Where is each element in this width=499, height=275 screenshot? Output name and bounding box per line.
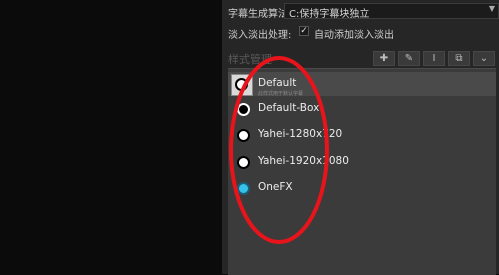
subtitle-settings-panel: 字幕生成算法: C:保持字幕块独立 ▼ 淡入淡出处理: ✓ 自动添加淡入淡出 样…	[222, 0, 499, 275]
chevron-down-icon: ⌄	[479, 53, 489, 64]
plus-icon: ✚	[379, 53, 389, 64]
style-name: Yahei-1280x720	[258, 128, 343, 140]
copy-style-button[interactable]: ⧉	[448, 51, 470, 66]
cyan-dot-icon	[237, 182, 250, 195]
style-item-onefx[interactable]: OneFX	[228, 176, 496, 200]
fade-label: 淡入淡出处理:	[228, 30, 292, 41]
black-dot-icon	[237, 103, 250, 116]
style-name: Yahei-1920x1080	[258, 155, 349, 167]
add-style-button[interactable]: ✚	[373, 51, 395, 66]
style-item-default[interactable]: Default 此样式用于默认字幕	[228, 72, 496, 97]
white-dot-icon	[237, 129, 250, 142]
style-name: Default-Box	[258, 102, 320, 114]
white-dot-icon	[237, 156, 250, 169]
algorithm-value: C:保持字幕块独立	[289, 9, 370, 20]
style-name: OneFX	[258, 181, 293, 193]
text-cursor-icon: I	[432, 53, 436, 64]
edit-style-button[interactable]: ✎	[398, 51, 420, 66]
style-thumbnail	[231, 74, 253, 96]
algorithm-label: 字幕生成算法:	[228, 9, 292, 20]
white-dot-icon	[235, 78, 248, 91]
style-manager-title: 样式管理	[228, 53, 272, 66]
algorithm-select[interactable]: C:保持字幕块独立 ▼	[284, 3, 499, 20]
rename-style-button[interactable]: I	[423, 51, 445, 66]
style-list[interactable]: Default 此样式用于默认字幕 Default-Box Yahei-1280…	[228, 68, 496, 275]
style-description: 此样式用于默认字幕	[258, 91, 304, 97]
fade-checkbox-label[interactable]: 自动添加淡入淡出	[314, 26, 394, 41]
pencil-icon: ✎	[404, 53, 414, 64]
copy-icon: ⧉	[455, 53, 463, 64]
style-name: Default	[258, 77, 297, 89]
style-item-yahei-1280[interactable]: Yahei-1280x720	[228, 123, 496, 147]
chevron-down-icon: ▼	[488, 4, 495, 13]
style-item-yahei-1920[interactable]: Yahei-1920x1080	[228, 150, 496, 174]
style-item-default-box[interactable]: Default-Box	[228, 97, 496, 121]
style-manager-header: 样式管理 ✚ ✎ I ⧉ ⌄	[222, 48, 499, 68]
more-button[interactable]: ⌄	[473, 51, 495, 66]
fade-checkbox[interactable]: ✓	[299, 26, 309, 36]
preview-area	[0, 0, 222, 274]
